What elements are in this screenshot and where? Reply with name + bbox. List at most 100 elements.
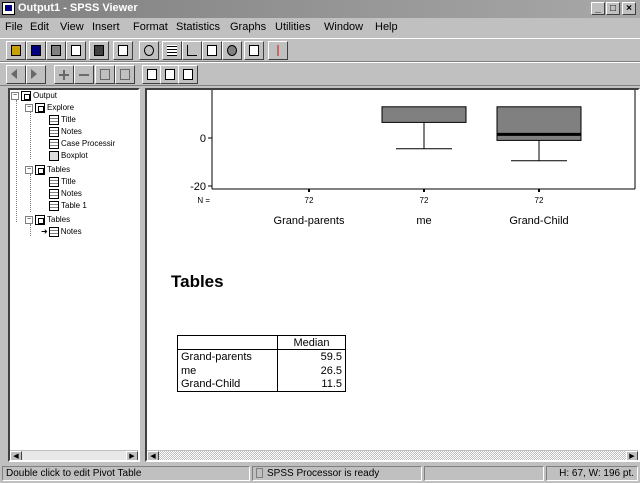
status-blank	[424, 466, 544, 481]
notes-doc-icon	[49, 126, 59, 137]
menu-window[interactable]: Window	[324, 21, 363, 33]
print-icon	[51, 45, 61, 56]
boxplot-chart[interactable]: 0 -20 N = 72 Grand-parents 72 me 72 Grand-Child	[147, 90, 638, 230]
n-value-label: 72	[420, 196, 429, 205]
menu-graphs[interactable]: Graphs	[230, 21, 266, 33]
print-button[interactable]	[46, 41, 66, 60]
hide-button[interactable]	[115, 65, 135, 84]
print-preview-icon	[71, 45, 81, 56]
scroll-right-icon[interactable]: ▶	[626, 451, 638, 460]
open-folder-icon	[11, 45, 21, 56]
collapse-toggle-icon[interactable]: −	[11, 91, 19, 100]
undo-button[interactable]	[139, 41, 159, 60]
tree-node-table-1[interactable]: Table 1	[49, 200, 87, 212]
menu-statistics[interactable]: Statistics	[176, 21, 220, 33]
collapse-toggle-icon[interactable]: −	[25, 103, 33, 112]
export-button[interactable]	[89, 41, 109, 60]
book-icon	[35, 102, 45, 113]
promote-button[interactable]	[6, 65, 26, 84]
scroll-left-icon[interactable]: ◀	[147, 451, 159, 460]
scroll-left-icon[interactable]: ◀	[10, 451, 22, 460]
insert-title-button[interactable]	[160, 65, 180, 84]
tree-node-notes-selected[interactable]: ➜ Notes	[41, 226, 82, 238]
menu-format[interactable]: Format	[133, 21, 168, 33]
content-pane[interactable]: 0 -20 N = 72 Grand-parents 72 me 72 Grand-Child …	[145, 88, 640, 462]
tree-node-tables[interactable]: − Tables	[25, 214, 70, 226]
close-button[interactable]: ×	[622, 2, 636, 15]
goto-chart-button[interactable]	[182, 41, 202, 60]
menu-insert[interactable]: Insert	[92, 21, 120, 33]
processor-icon	[256, 468, 263, 478]
tree-node-tables[interactable]: − Tables	[25, 164, 70, 176]
table-doc-icon	[49, 138, 59, 149]
demote-button[interactable]	[26, 65, 46, 84]
tree-node-title[interactable]: Title	[49, 114, 76, 126]
recall-dialog-button[interactable]	[113, 41, 133, 60]
insert-heading-button[interactable]	[142, 65, 162, 84]
n-label: N =	[197, 196, 210, 205]
y-tick-label: -20	[190, 181, 206, 193]
menu-view[interactable]: View	[60, 21, 84, 33]
menu-utilities[interactable]: Utilities	[275, 21, 310, 33]
tree-connector	[30, 174, 31, 212]
grid-icon	[167, 45, 177, 56]
menu-file[interactable]: File	[5, 21, 23, 33]
window-title: Output1 - SPSS Viewer	[18, 2, 138, 14]
tree-connector	[30, 112, 31, 159]
notes-doc-icon	[48, 226, 59, 237]
minimize-button[interactable]: _	[591, 2, 605, 15]
insert-text-button[interactable]	[178, 65, 198, 84]
table-row: Grand-Child 11.5	[177, 377, 346, 392]
select-cases-button[interactable]	[222, 41, 242, 60]
info-button[interactable]	[268, 41, 288, 60]
tree-node-case-processing[interactable]: Case Processir	[49, 138, 115, 150]
tree-node-explore[interactable]: − Explore	[25, 102, 74, 114]
menu-edit[interactable]: Edit	[30, 21, 49, 33]
title-doc-icon	[49, 114, 59, 125]
expand-button[interactable]	[54, 65, 74, 84]
tree-node-notes[interactable]: Notes	[49, 188, 82, 200]
box-rect	[381, 106, 467, 123]
y-tick-label: 0	[200, 133, 206, 145]
spss-app-icon[interactable]	[2, 2, 15, 15]
table-doc-icon	[49, 200, 59, 211]
print-preview-button[interactable]	[66, 41, 86, 60]
show-button[interactable]	[95, 65, 115, 84]
book-icon	[35, 164, 45, 175]
processor-status: SPSS Processor is ready	[252, 466, 422, 481]
category-label: Grand-parents	[274, 215, 345, 227]
tree-node-title[interactable]: Title	[49, 176, 76, 188]
maximize-button[interactable]: □	[606, 2, 620, 15]
export-icon	[94, 45, 104, 56]
collapse-toggle-icon[interactable]: −	[25, 165, 33, 174]
category-label: me	[416, 215, 431, 227]
tree-node-output[interactable]: − Output	[11, 90, 57, 102]
content-horizontal-scrollbar[interactable]: ◀ ▶	[147, 450, 638, 460]
status-bar: Double click to edit Pivot Table SPSS Pr…	[0, 464, 640, 483]
variables-icon	[207, 45, 217, 56]
designate-window-button[interactable]	[244, 41, 264, 60]
menu-help[interactable]: Help	[375, 21, 398, 33]
scroll-right-icon[interactable]: ▶	[126, 451, 138, 460]
open-button[interactable]	[6, 41, 26, 60]
insert-title-icon	[165, 69, 175, 80]
row-label: Grand-Child	[177, 377, 278, 392]
variables-button[interactable]	[202, 41, 222, 60]
row-value: 59.5	[277, 349, 346, 364]
goto-data-button[interactable]	[162, 41, 182, 60]
tree-node-notes[interactable]: Notes	[49, 126, 82, 138]
tree-node-boxplot[interactable]: Boxplot	[49, 150, 88, 162]
collapse-button[interactable]	[74, 65, 94, 84]
menu-bar: File Edit View Insert Format Statistics …	[0, 18, 640, 38]
save-button[interactable]	[26, 41, 46, 60]
tree-connector	[16, 100, 17, 222]
outline-horizontal-scrollbar[interactable]: ◀ ▶	[10, 450, 138, 460]
title-bar: Output1 - SPSS Viewer _ □ ×	[0, 0, 640, 18]
left-arrow-icon	[11, 69, 17, 79]
right-arrow-icon	[31, 69, 37, 79]
collapse-toggle-icon[interactable]: −	[25, 215, 33, 224]
median-pivot-table[interactable]: Median Grand-parents 59.5 me 26.5 Grand-…	[177, 335, 346, 392]
notes-doc-icon	[49, 188, 59, 199]
outline-pane[interactable]: − Output − Explore Title Notes Case Proces…	[8, 88, 140, 462]
title-doc-icon	[49, 176, 59, 187]
